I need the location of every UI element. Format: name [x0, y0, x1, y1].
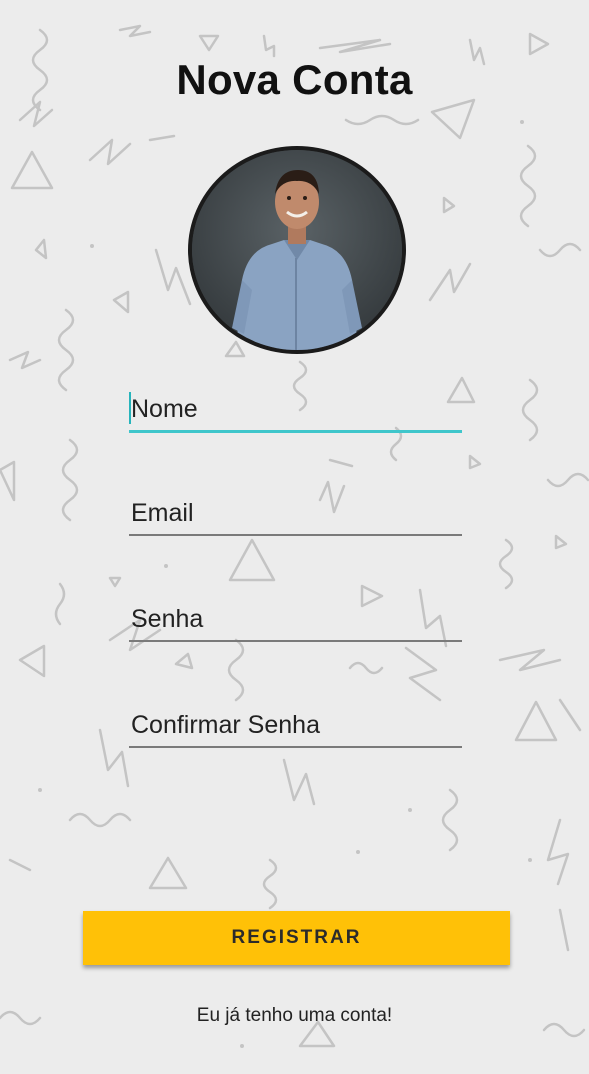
register-screen: Nova Conta Nome Email Senha Confirmar Se… — [0, 0, 589, 1074]
email-field[interactable]: Email — [129, 488, 462, 536]
profile-avatar[interactable] — [188, 146, 406, 354]
profile-photo-icon — [192, 150, 402, 350]
confirm-password-field[interactable]: Confirmar Senha — [129, 700, 462, 748]
name-field-hint: Nome — [131, 395, 198, 423]
name-field[interactable]: Nome — [129, 384, 462, 433]
login-link[interactable]: Eu já tenho uma conta! — [0, 1005, 589, 1027]
page-title: Nova Conta — [176, 56, 413, 103]
password-field[interactable]: Senha — [129, 594, 462, 642]
password-field-hint: Senha — [131, 605, 204, 633]
email-field-hint: Email — [131, 499, 194, 527]
register-button[interactable]: REGISTRAR — [83, 911, 510, 965]
confirm-password-field-hint: Confirmar Senha — [131, 711, 320, 739]
